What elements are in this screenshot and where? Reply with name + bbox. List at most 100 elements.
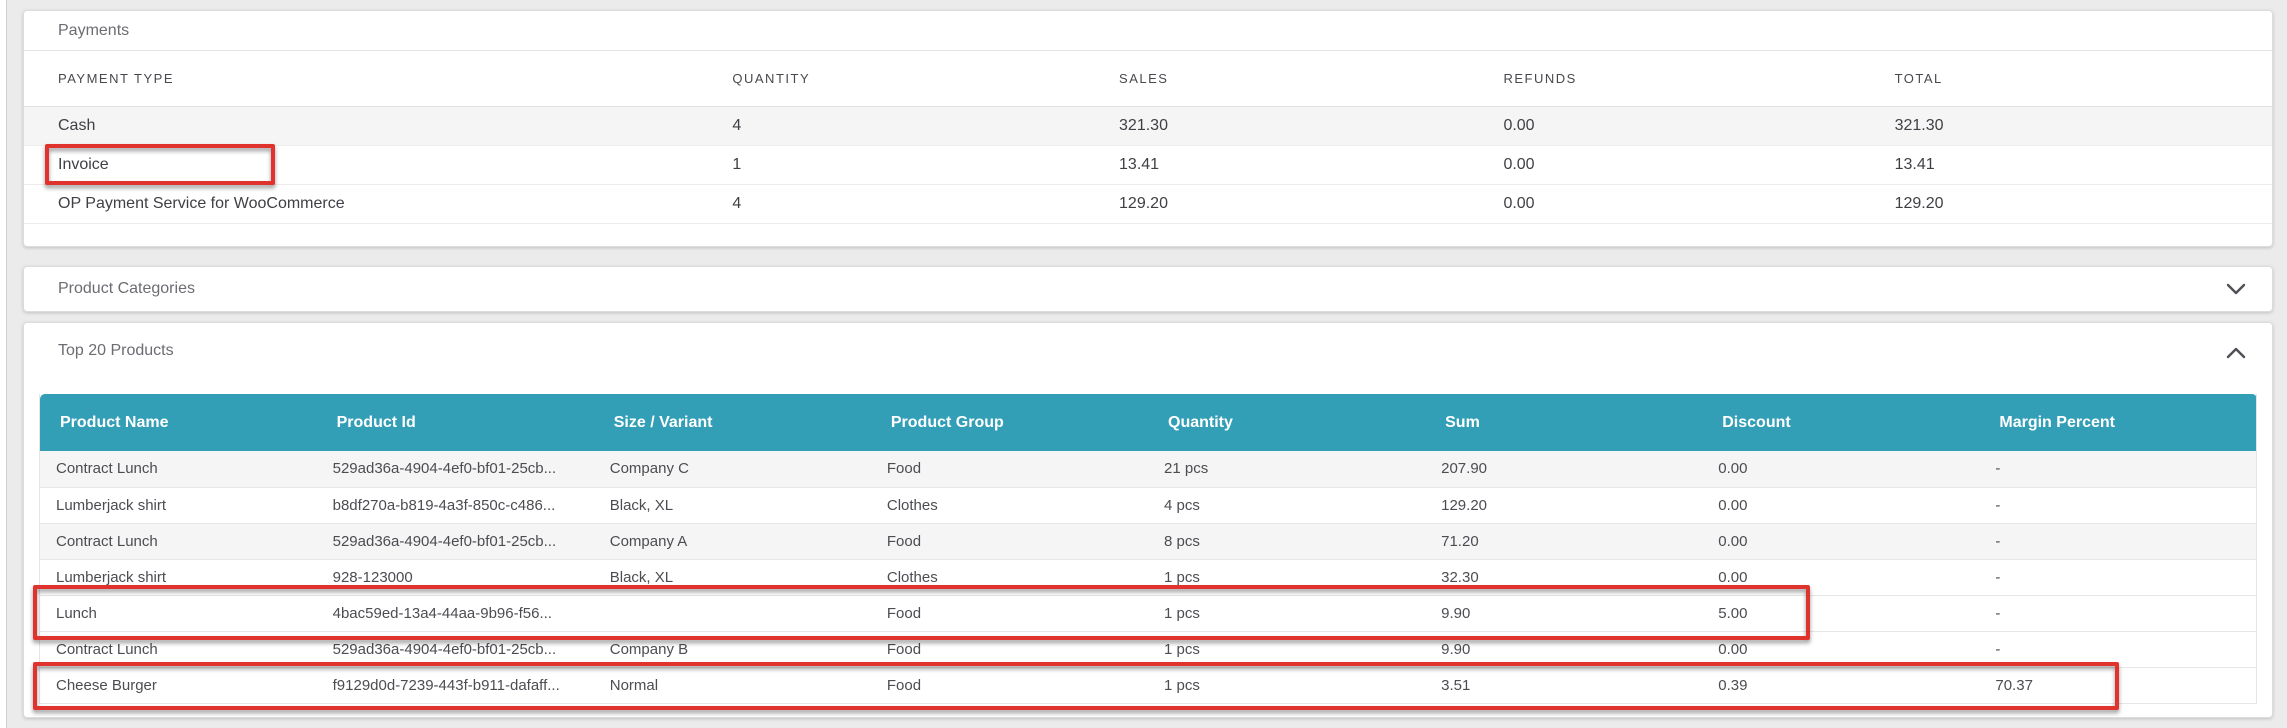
sum-cell: 3.51 [1425, 667, 1702, 703]
product-group-cell: Food [871, 667, 1148, 703]
size-variant-cell: Black, XL [594, 487, 871, 523]
column-header-refunds: REFUNDS [1469, 51, 1860, 106]
discount-cell: 0.00 [1702, 631, 1979, 667]
size-variant-cell: Company C [594, 451, 871, 487]
sum-cell: 71.20 [1425, 523, 1702, 559]
column-header-size-variant: Size / Variant [594, 394, 871, 451]
product-id-cell: b8df270a-b819-4a3f-850c-c486... [317, 487, 594, 523]
product-group-cell: Clothes [871, 487, 1148, 523]
payments-header-row: PAYMENT TYPE QUANTITY SALES REFUNDS TOTA… [24, 51, 2272, 106]
chevron-down-icon[interactable] [2226, 283, 2246, 295]
quantity-cell: 1 [698, 145, 1085, 184]
product-id-cell: 529ad36a-4904-4ef0-bf01-25cb... [317, 523, 594, 559]
payments-row: Invoice 1 13.41 0.00 13.41 [24, 145, 2272, 184]
quantity-cell: 4 pcs [1148, 487, 1425, 523]
top-products-table-wrap: Product Name Product Id Size / Variant P… [39, 394, 2257, 704]
margin-percent-cell: - [1979, 631, 2256, 667]
product-row: Contract Lunch 529ad36a-4904-4ef0-bf01-2… [40, 631, 2257, 667]
refunds-cell: 0.00 [1469, 145, 1860, 184]
product-name-cell: Lunch [40, 595, 317, 631]
product-id-cell: 529ad36a-4904-4ef0-bf01-25cb... [317, 451, 594, 487]
quantity-cell: 4 [698, 106, 1085, 145]
column-header-product-group: Product Group [871, 394, 1148, 451]
payment-type-cell: Invoice [24, 145, 698, 184]
discount-cell: 5.00 [1702, 595, 1979, 631]
total-cell: 13.41 [1861, 145, 2272, 184]
product-id-cell: f9129d0d-7239-443f-b911-dafaff... [317, 667, 594, 703]
product-row: Contract Lunch 529ad36a-4904-4ef0-bf01-2… [40, 523, 2257, 559]
quantity-cell: 4 [698, 184, 1085, 223]
sales-cell: 13.41 [1085, 145, 1469, 184]
product-group-cell: Food [871, 523, 1148, 559]
column-header-sum: Sum [1425, 394, 1702, 451]
product-group-cell: Food [871, 595, 1148, 631]
product-row: Lumberjack shirt 928-123000 Black, XL Cl… [40, 559, 2257, 595]
discount-cell: 0.00 [1702, 451, 1979, 487]
sum-cell: 32.30 [1425, 559, 1702, 595]
product-name-cell: Cheese Burger [40, 667, 317, 703]
product-name-cell: Lumberjack shirt [40, 487, 317, 523]
sum-cell: 207.90 [1425, 451, 1702, 487]
sum-cell: 9.90 [1425, 631, 1702, 667]
discount-cell: 0.00 [1702, 487, 1979, 523]
product-row: Contract Lunch 529ad36a-4904-4ef0-bf01-2… [40, 451, 2257, 487]
product-categories-header[interactable]: Product Categories [24, 267, 2272, 311]
chevron-up-icon[interactable] [2226, 347, 2246, 359]
product-row: Lunch 4bac59ed-13a4-44aa-9b96-f56... Foo… [40, 595, 2257, 631]
quantity-cell: 21 pcs [1148, 451, 1425, 487]
top-products-card: Top 20 Products Product Name Product Id … [23, 322, 2273, 718]
size-variant-cell [594, 595, 871, 631]
quantity-cell: 1 pcs [1148, 631, 1425, 667]
sum-cell: 9.90 [1425, 595, 1702, 631]
discount-cell: 0.39 [1702, 667, 1979, 703]
margin-percent-cell: 70.37 [1979, 667, 2256, 703]
payments-row: OP Payment Service for WooCommerce 4 129… [24, 184, 2272, 223]
top-products-title: Top 20 Products [58, 342, 174, 359]
product-name-cell: Lumberjack shirt [40, 559, 317, 595]
column-header-quantity: QUANTITY [698, 51, 1085, 106]
discount-cell: 0.00 [1702, 523, 1979, 559]
refunds-cell: 0.00 [1469, 106, 1860, 145]
quantity-cell: 1 pcs [1148, 559, 1425, 595]
size-variant-cell: Company A [594, 523, 871, 559]
left-rail [0, 0, 7, 728]
product-group-cell: Clothes [871, 559, 1148, 595]
payments-section-header: Payments [24, 11, 2272, 51]
payment-type-cell: Cash [24, 106, 698, 145]
margin-percent-cell: - [1979, 487, 2256, 523]
payments-card: Payments PAYMENT TYPE QUANTITY SALES REF… [23, 10, 2273, 247]
size-variant-cell: Black, XL [594, 559, 871, 595]
margin-percent-cell: - [1979, 595, 2256, 631]
product-name-cell: Contract Lunch [40, 451, 317, 487]
product-id-cell: 529ad36a-4904-4ef0-bf01-25cb... [317, 631, 594, 667]
product-id-cell: 928-123000 [317, 559, 594, 595]
size-variant-cell: Normal [594, 667, 871, 703]
product-name-cell: Contract Lunch [40, 631, 317, 667]
payments-table: PAYMENT TYPE QUANTITY SALES REFUNDS TOTA… [24, 51, 2272, 224]
column-header-payment-type: PAYMENT TYPE [24, 51, 698, 106]
payments-row: Cash 4 321.30 0.00 321.30 [24, 106, 2272, 145]
product-group-cell: Food [871, 631, 1148, 667]
total-cell: 321.30 [1861, 106, 2272, 145]
column-header-product-id: Product Id [317, 394, 594, 451]
margin-percent-cell: - [1979, 523, 2256, 559]
product-row: Cheese Burger f9129d0d-7239-443f-b911-da… [40, 667, 2257, 703]
column-header-product-name: Product Name [40, 394, 317, 451]
top-products-header[interactable]: Top 20 Products [24, 323, 2272, 394]
size-variant-cell: Company B [594, 631, 871, 667]
refunds-cell: 0.00 [1469, 184, 1860, 223]
top-products-header-row: Product Name Product Id Size / Variant P… [40, 394, 2257, 451]
sum-cell: 129.20 [1425, 487, 1702, 523]
top-products-table: Product Name Product Id Size / Variant P… [39, 394, 2257, 704]
sales-cell: 321.30 [1085, 106, 1469, 145]
quantity-cell: 1 pcs [1148, 595, 1425, 631]
product-group-cell: Food [871, 451, 1148, 487]
product-id-cell: 4bac59ed-13a4-44aa-9b96-f56... [317, 595, 594, 631]
quantity-cell: 1 pcs [1148, 667, 1425, 703]
column-header-total: TOTAL [1861, 51, 2272, 106]
product-categories-title: Product Categories [58, 280, 195, 297]
column-header-discount: Discount [1702, 394, 1979, 451]
quantity-cell: 8 pcs [1148, 523, 1425, 559]
sales-cell: 129.20 [1085, 184, 1469, 223]
column-header-quantity: Quantity [1148, 394, 1425, 451]
